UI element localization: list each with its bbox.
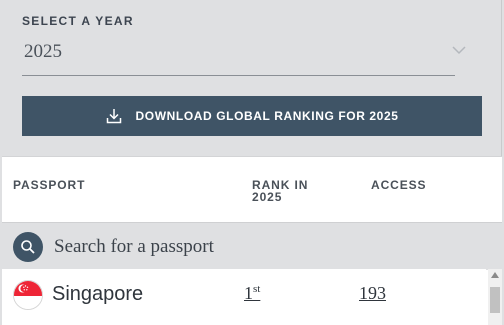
scroll-up-arrow-icon[interactable] [491, 272, 499, 278]
ranking-panel: SELECT A YEAR 2025 DOWNLOAD GLOBAL RANKI… [0, 0, 502, 325]
year-select[interactable]: 2025 [22, 32, 466, 76]
country-name[interactable]: Singapore [52, 283, 143, 306]
table-row[interactable]: Singapore 1st 193 [2, 269, 486, 325]
download-icon [106, 109, 121, 124]
column-header-access[interactable]: ACCESS [371, 179, 426, 191]
year-select-value: 2025 [24, 41, 62, 62]
passport-search-input[interactable] [52, 230, 456, 264]
download-button-label: DOWNLOAD GLOBAL RANKING FOR 2025 [135, 109, 399, 123]
ranking-table: PASSPORT RANK IN 2025 ACCESS Search for … [2, 156, 502, 325]
scrollbar-thumb[interactable] [490, 287, 500, 313]
table-scrollbar[interactable] [488, 269, 502, 325]
column-header-passport[interactable]: PASSPORT [13, 179, 85, 191]
singapore-flag-icon [13, 280, 43, 310]
rank-value[interactable]: 1st [244, 283, 260, 304]
search-icon[interactable] [13, 232, 43, 262]
access-value[interactable]: 193 [359, 283, 386, 304]
column-header-rank[interactable]: RANK IN 2025 [252, 179, 332, 203]
chevron-down-icon [452, 46, 466, 55]
passport-search-bar [2, 222, 502, 270]
year-selector-label: SELECT A YEAR [22, 14, 134, 28]
download-ranking-button[interactable]: DOWNLOAD GLOBAL RANKING FOR 2025 [22, 96, 482, 136]
